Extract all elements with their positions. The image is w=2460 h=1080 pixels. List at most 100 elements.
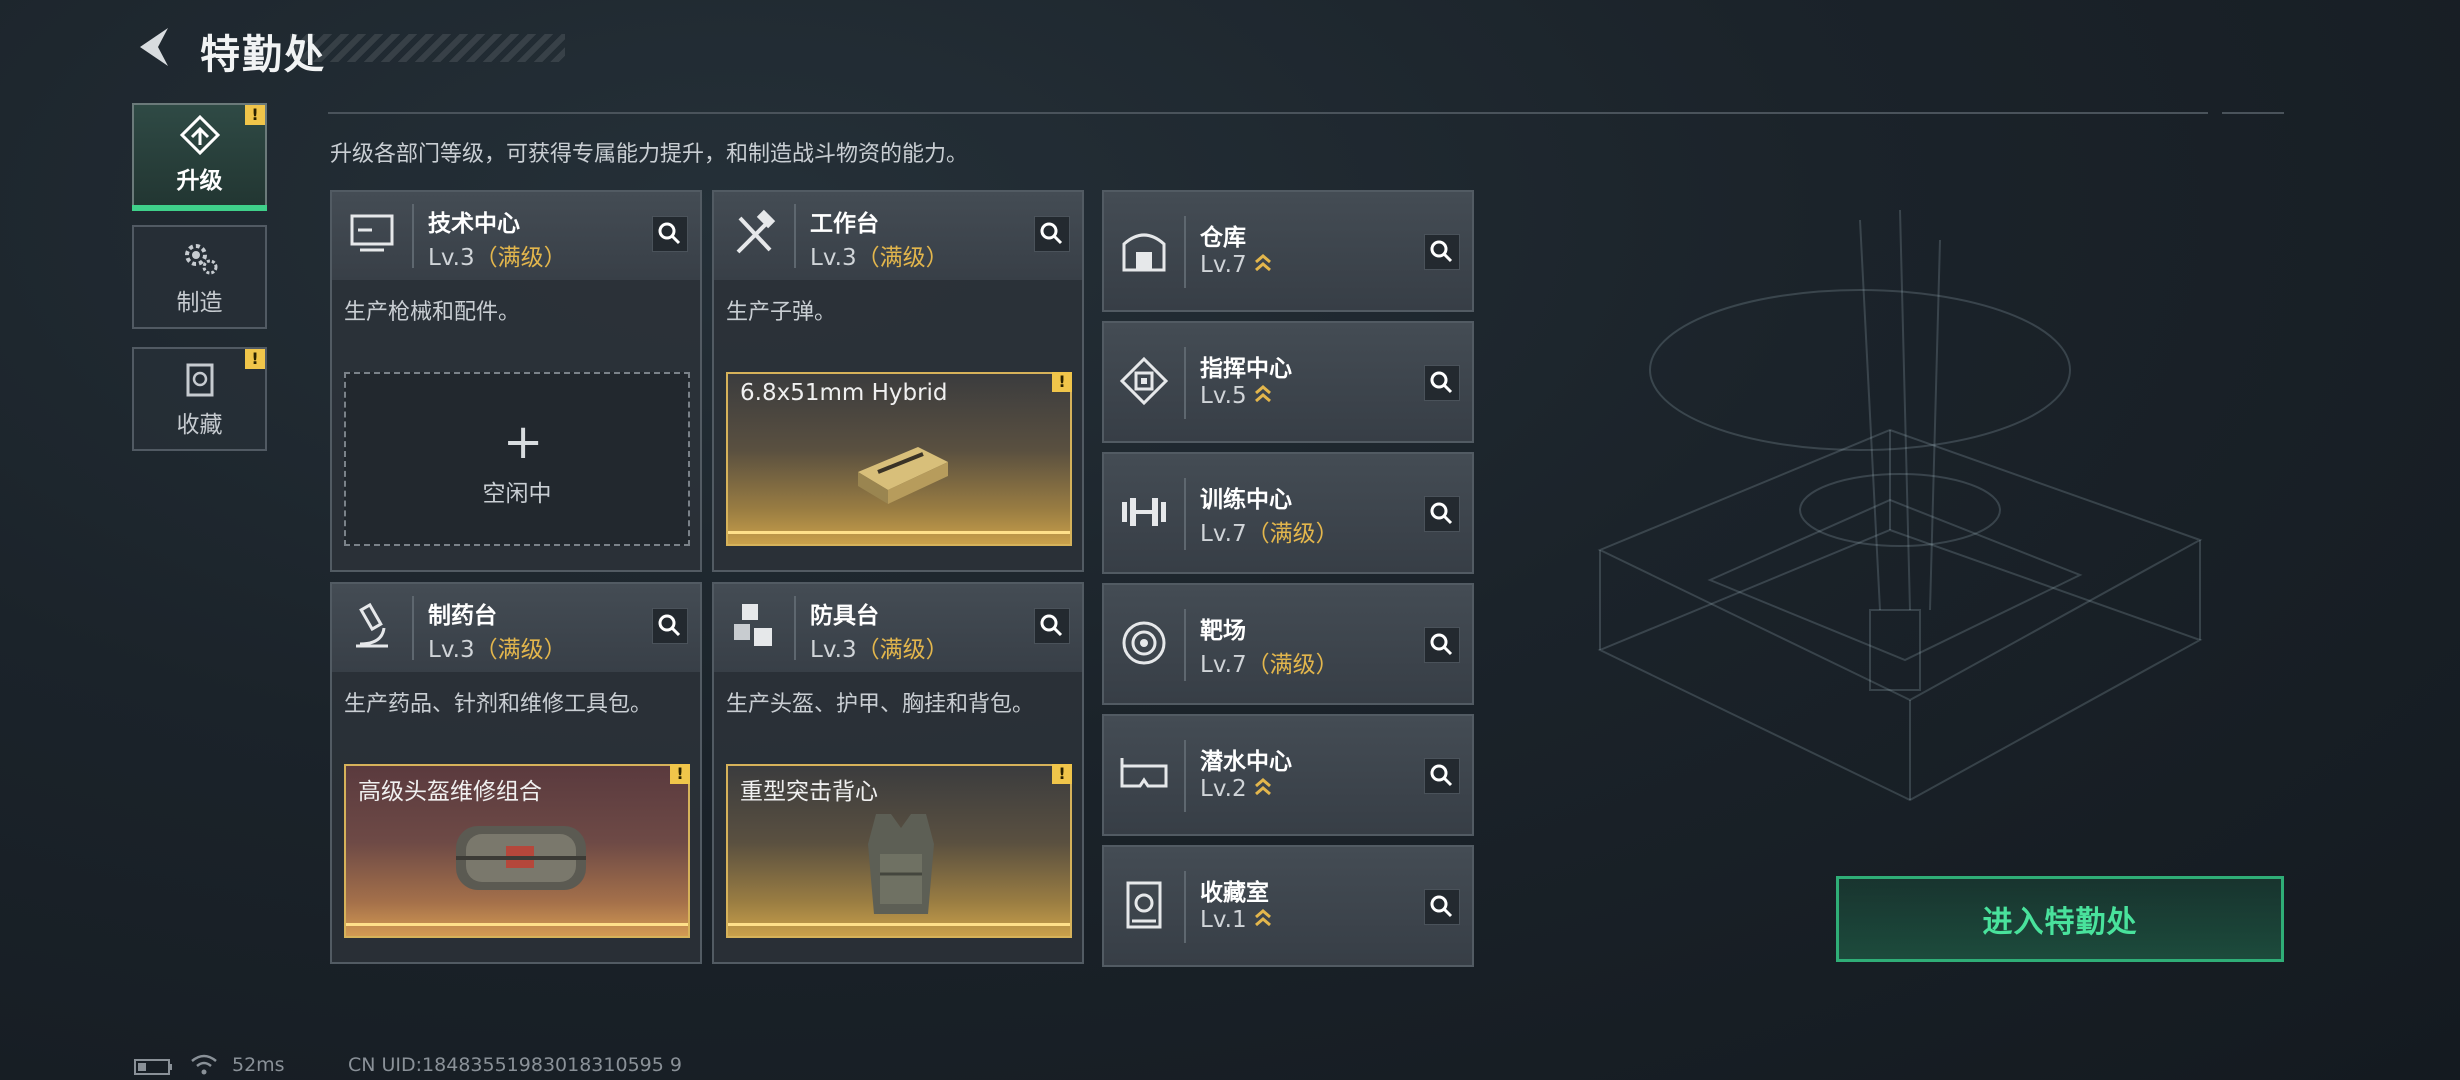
warehouse-icon	[1122, 233, 1166, 272]
alert-badge-icon: !	[245, 105, 265, 125]
department-card-command-center[interactable]: 指挥中心 Lv.5	[1102, 321, 1474, 443]
search-icon	[1430, 764, 1453, 787]
production-slot-item[interactable]: 高级头盔维修组合 !	[344, 764, 690, 938]
building-wireframe-art	[1597, 209, 2203, 802]
workshop-description: 生产头盔、护甲、胸挂和背包。	[726, 692, 1035, 717]
tab-craft[interactable]: 制造	[132, 225, 267, 329]
separator	[1184, 609, 1186, 681]
max-level-label: （满级）	[474, 245, 567, 271]
separator	[1184, 871, 1186, 943]
department-name: 训练中心	[1200, 487, 1292, 513]
department-card-collection-room[interactable]: 收藏室 Lv.1	[1102, 845, 1474, 967]
upgrade-chevron-icon	[1254, 909, 1271, 927]
tab-upgrade-label: 升级	[176, 168, 223, 194]
microscope-icon	[356, 602, 388, 648]
department-level: Lv.7	[1200, 252, 1273, 278]
chip-icon	[1119, 356, 1169, 406]
separator	[794, 204, 796, 268]
department-card-training-center[interactable]: 训练中心 Lv.7（满级）	[1102, 452, 1474, 574]
ping-value: 52ms	[232, 1054, 285, 1076]
workshop-card-pharmacy[interactable]: 制药台 Lv.3（满级） 生产药品、针剂和维修工具包。 高级头盔维修组合 !	[330, 582, 702, 964]
search-icon	[658, 614, 681, 637]
search-icon	[1430, 240, 1453, 263]
tab-collection[interactable]: 收藏 !	[132, 347, 267, 451]
workshop-name: 技术中心	[428, 211, 520, 237]
search-icon	[658, 222, 681, 245]
inspect-button[interactable]	[1424, 889, 1460, 925]
ammo-box-image	[858, 447, 948, 504]
tab-craft-label: 制造	[176, 290, 223, 316]
workshop-name: 制药台	[428, 603, 497, 629]
target-icon	[1122, 621, 1166, 665]
separator	[412, 596, 414, 660]
tab-upgrade[interactable]: 升级 !	[132, 103, 267, 211]
separator	[1184, 216, 1186, 288]
idle-label: 空闲中	[482, 481, 552, 507]
hammer-wrench-icon	[736, 209, 776, 254]
alert-badge-icon: !	[1052, 764, 1072, 784]
workshop-card-tech-center[interactable]: 技术中心 Lv.3（满级） 生产枪械和配件。 + 空闲中	[330, 190, 702, 572]
department-card-diving-center[interactable]: 潜水中心 Lv.2	[1102, 714, 1474, 836]
cubes-icon	[734, 604, 772, 646]
workshop-name: 工作台	[810, 211, 879, 237]
department-level: Lv.5	[1200, 383, 1273, 409]
back-arrow-icon[interactable]	[130, 22, 180, 72]
level-value: Lv.5	[1200, 383, 1247, 409]
card-header: 防具台 Lv.3（满级）	[714, 584, 1082, 672]
department-name: 指挥中心	[1200, 356, 1292, 382]
collection-icon	[186, 363, 213, 397]
separator	[794, 596, 796, 660]
production-slot-item[interactable]: 6.8x51mm Hybrid !	[726, 372, 1072, 546]
max-level-label: （满级）	[1246, 521, 1339, 547]
inspect-button[interactable]	[1424, 365, 1460, 401]
inspect-button[interactable]	[1034, 216, 1070, 252]
workshop-level: Lv.3（满级）	[810, 238, 949, 272]
level-value: Lv.3	[810, 637, 857, 663]
level-value: Lv.3	[428, 637, 475, 663]
inspect-button[interactable]	[1424, 234, 1460, 270]
alert-badge-icon: !	[670, 764, 690, 784]
separator	[1184, 478, 1186, 550]
wifi-icon	[191, 1054, 217, 1075]
armor-vest-image	[868, 814, 934, 914]
user-uid: CN UID:18483551983018310595 9	[348, 1054, 682, 1076]
workshop-card-workbench[interactable]: 工作台 Lv.3（满级） 生产子弹。 6.8x51mm Hybrid !	[712, 190, 1084, 572]
level-value: Lv.7	[1200, 652, 1247, 678]
production-slot-item[interactable]: 重型突击背心 !	[726, 764, 1072, 938]
inspect-button[interactable]	[1424, 627, 1460, 663]
gears-icon	[184, 244, 217, 275]
max-level-label: （满级）	[474, 637, 567, 663]
max-level-label: （满级）	[856, 245, 949, 271]
inspect-button[interactable]	[652, 608, 688, 644]
separator	[1184, 347, 1186, 419]
level-value: Lv.3	[428, 245, 475, 271]
level-value: Lv.7	[1200, 252, 1247, 278]
enter-special-ops-button[interactable]: 进入特勤处	[1836, 876, 2284, 962]
max-level-label: （满级）	[856, 637, 949, 663]
search-icon	[1040, 614, 1063, 637]
battery-icon	[134, 1059, 172, 1075]
add-icon: +	[503, 414, 544, 470]
inspect-button[interactable]	[1034, 608, 1070, 644]
search-icon	[1430, 371, 1453, 394]
inspect-button[interactable]	[1424, 758, 1460, 794]
workshop-level: Lv.3（满级）	[428, 238, 567, 272]
upgrade-chevron-icon	[1254, 385, 1271, 403]
search-icon	[1430, 633, 1453, 656]
card-header: 技术中心 Lv.3（满级）	[332, 192, 700, 280]
divider-line	[328, 112, 2208, 114]
workshop-level: Lv.3（满级）	[810, 630, 949, 664]
page-title: 特勤处	[200, 32, 326, 78]
inspect-button[interactable]	[1424, 496, 1460, 532]
active-tab-indicator	[132, 205, 267, 211]
department-card-shooting-range[interactable]: 靶场 Lv.7（满级）	[1102, 583, 1474, 705]
divider-line	[2222, 112, 2284, 114]
workshop-description: 生产枪械和配件。	[344, 300, 521, 325]
card-header: 制药台 Lv.3（满级）	[332, 584, 700, 672]
workshop-name: 防具台	[810, 603, 879, 629]
inspect-button[interactable]	[652, 216, 688, 252]
workshop-card-armor-bench[interactable]: 防具台 Lv.3（满级） 生产头盔、护甲、胸挂和背包。 重型突击背心 !	[712, 582, 1084, 964]
workshop-description: 生产子弹。	[726, 300, 837, 325]
department-card-warehouse[interactable]: 仓库 Lv.7	[1102, 190, 1474, 312]
production-slot-idle[interactable]: + 空闲中	[344, 372, 690, 546]
